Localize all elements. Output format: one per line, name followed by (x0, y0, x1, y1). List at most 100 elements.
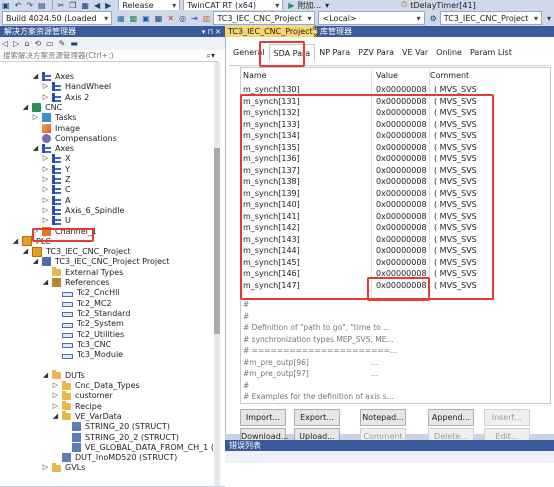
tab-ve-var[interactable]: VE Var (398, 44, 432, 60)
cell-comment: ( MVS_SVS (434, 234, 477, 244)
panel-controls-icon[interactable]: ▾ ⊓ ✕ (202, 28, 221, 36)
folder-icon (62, 411, 71, 421)
more-icon[interactable]: ▾ (545, 12, 553, 24)
solution-tree: ◢ Axes ▷ HandWheel ▷ Axis 2 ◢ CNC ▷ Tasks Image Com… (0, 71, 214, 486)
expanded-arrow-icon[interactable]: ◢ (22, 102, 29, 113)
cell-value: 0x00000008 (376, 280, 427, 290)
home-icon[interactable]: ⌂ (22, 38, 31, 50)
cell-name: m_synch[134] (243, 131, 300, 140)
axis-icon (52, 82, 61, 92)
tree-item[interactable]: Tc3_Module (52, 349, 123, 360)
plc-icon (32, 246, 42, 257)
expanded-arrow-icon[interactable]: ◢ (32, 143, 39, 154)
cell-comment: ( MVS_SVS (434, 165, 477, 175)
cell-name: m_synch[136] (243, 154, 300, 163)
tab-online[interactable]: Online (432, 44, 466, 60)
grid-col-divider (429, 69, 430, 299)
cell-value: 0x00000008 (376, 188, 427, 198)
comment-line[interactable]: #m_pre_outp[96]... (243, 357, 543, 368)
activate-config-icon[interactable]: ▦ (115, 12, 127, 24)
project-dropdown-2[interactable]: TC3_IEC_CNC_Project ▾ (439, 11, 542, 25)
properties-icon[interactable]: ▬ (68, 38, 80, 50)
axis-icon (52, 175, 61, 184)
wrench-icon[interactable]: ✎ (57, 38, 68, 50)
expanded-arrow-icon[interactable]: ◢ (22, 246, 29, 257)
login-icon[interactable]: ⇥ (189, 12, 200, 24)
import-button[interactable]: Import... (240, 409, 286, 426)
comment-text: # ======================... (243, 346, 398, 355)
cell-name: m_synch[143] (243, 234, 300, 244)
comment-line[interactable]: # (243, 380, 543, 391)
export-button[interactable]: Export... (294, 409, 340, 426)
tree-item-label: Channel_1 (55, 226, 97, 236)
tab-np-para[interactable]: NP Para (315, 44, 354, 60)
restart-icon[interactable]: ▩ (128, 12, 140, 24)
config-mode-icon[interactable]: ▣ (140, 12, 152, 24)
sync-icon[interactable]: ⟲ (32, 38, 43, 50)
cell-comment: ( MVS_SVS (434, 142, 477, 152)
notepad-button[interactable]: Notepad... (360, 409, 406, 426)
cell-comment: ( MVS_SVS (434, 131, 477, 140)
tab-sda-para[interactable]: SDA Para (268, 44, 316, 61)
build-dropdown[interactable]: Build 4024.50 (Loaded ▾ (2, 11, 113, 25)
doc-tab-active[interactable]: TC3_IEC_CNC_Project ⊕ ✕ (225, 24, 319, 40)
expanded-arrow-icon[interactable]: ◢ (42, 370, 49, 381)
comment-line[interactable]: # (243, 299, 543, 310)
cell-name: m_synch[137] (243, 165, 300, 175)
forward-icon[interactable]: ▷ (11, 38, 21, 50)
expanded-arrow-icon[interactable]: ◢ (52, 411, 59, 422)
column-header-comment[interactable]: Comment (430, 71, 469, 80)
expanded-arrow-icon[interactable]: ◢ (12, 236, 19, 247)
tab-general[interactable]: General (229, 44, 269, 60)
tool-icon[interactable]: ⚙ (428, 12, 439, 24)
column-header-name[interactable]: Name (243, 71, 267, 80)
insert-button[interactable]: Insert... (484, 409, 530, 426)
grid-header: Name Value Comment (241, 69, 495, 81)
search-scan-icon[interactable]: ◎ (177, 12, 188, 24)
comment-line[interactable]: # Examples for the definition of axis s.… (243, 391, 543, 402)
doc-tab-library-manager[interactable]: 库管理器 (320, 27, 352, 37)
project-icon[interactable]: ▥ (201, 12, 213, 24)
tools-icon[interactable]: ✕ (165, 12, 176, 24)
axis-icon (52, 164, 61, 174)
chevron-down-icon[interactable]: ▾ (325, 1, 329, 10)
cell-value: 0x00000008 (376, 165, 427, 175)
comment-line[interactable]: # synchronization types MEP_SVS, ME... (243, 334, 543, 345)
search-input[interactable]: 搜索解决方案资源管理器(Ctrl+;) (0, 50, 114, 61)
back-icon[interactable]: ◁ (0, 38, 10, 50)
solution-search-box[interactable]: 搜索解决方案资源管理器(Ctrl+;) ⌕▾ (0, 50, 218, 62)
solution-explorer-title-bar: 解决方案资源管理器 ▾ ⊓ ✕ (0, 26, 225, 37)
parameter-tabs: General SDA Para NP Para PZV Para VE Var Onli… (229, 44, 516, 61)
cell-name: m_synch[140] (243, 200, 300, 209)
comment-line[interactable]: #m_pre_outp[97]... (243, 368, 543, 379)
comment-line[interactable]: # ======================... (243, 345, 543, 356)
comment-line[interactable]: # Definition of "path to go", "time to .… (243, 322, 543, 333)
append-button[interactable]: Append... (428, 409, 474, 426)
tab-pzv-para[interactable]: PZV Para (354, 44, 398, 60)
library-icon (62, 302, 73, 308)
grid-col-divider (371, 69, 372, 299)
tree-item[interactable]: ▷ GVLs (42, 462, 85, 473)
cell-comment: ( MVS_SVS (434, 280, 477, 290)
collapsed-arrow-icon[interactable]: ▷ (42, 462, 49, 473)
cell-comment: ( MVS_SVS (434, 177, 477, 186)
tab-param-list[interactable]: Param List (466, 44, 516, 60)
local-target-dropdown[interactable]: <Local> ▾ (318, 11, 425, 25)
column-header-value[interactable]: Value (376, 71, 398, 80)
expanded-arrow-icon[interactable]: ◢ (42, 277, 49, 288)
comment-line[interactable]: # (243, 311, 543, 322)
folder-icon (52, 267, 61, 277)
cell-name: m_synch[147] (243, 280, 300, 290)
attach-button[interactable]: 附加... (297, 0, 321, 11)
expanded-arrow-icon[interactable]: ◢ (32, 71, 39, 82)
expanded-arrow-icon[interactable]: ◢ (32, 256, 39, 267)
cell-name: m_synch[139] (243, 188, 300, 198)
search-icon[interactable]: ⌕▾ (207, 51, 216, 61)
grid-icon[interactable]: ▦ (153, 12, 165, 24)
tree-scrollbar-thumb[interactable] (214, 148, 220, 334)
tree-item-label: Axis_6_Spindle (65, 205, 125, 215)
collapse-icon[interactable]: ▭ (44, 38, 56, 50)
project-dropdown[interactable]: TC3_IEC_CNC_Project ▾ (213, 11, 316, 25)
task-icon (42, 113, 51, 123)
comment-text: # synchronization types MEP_SVS, ME... (243, 334, 394, 344)
